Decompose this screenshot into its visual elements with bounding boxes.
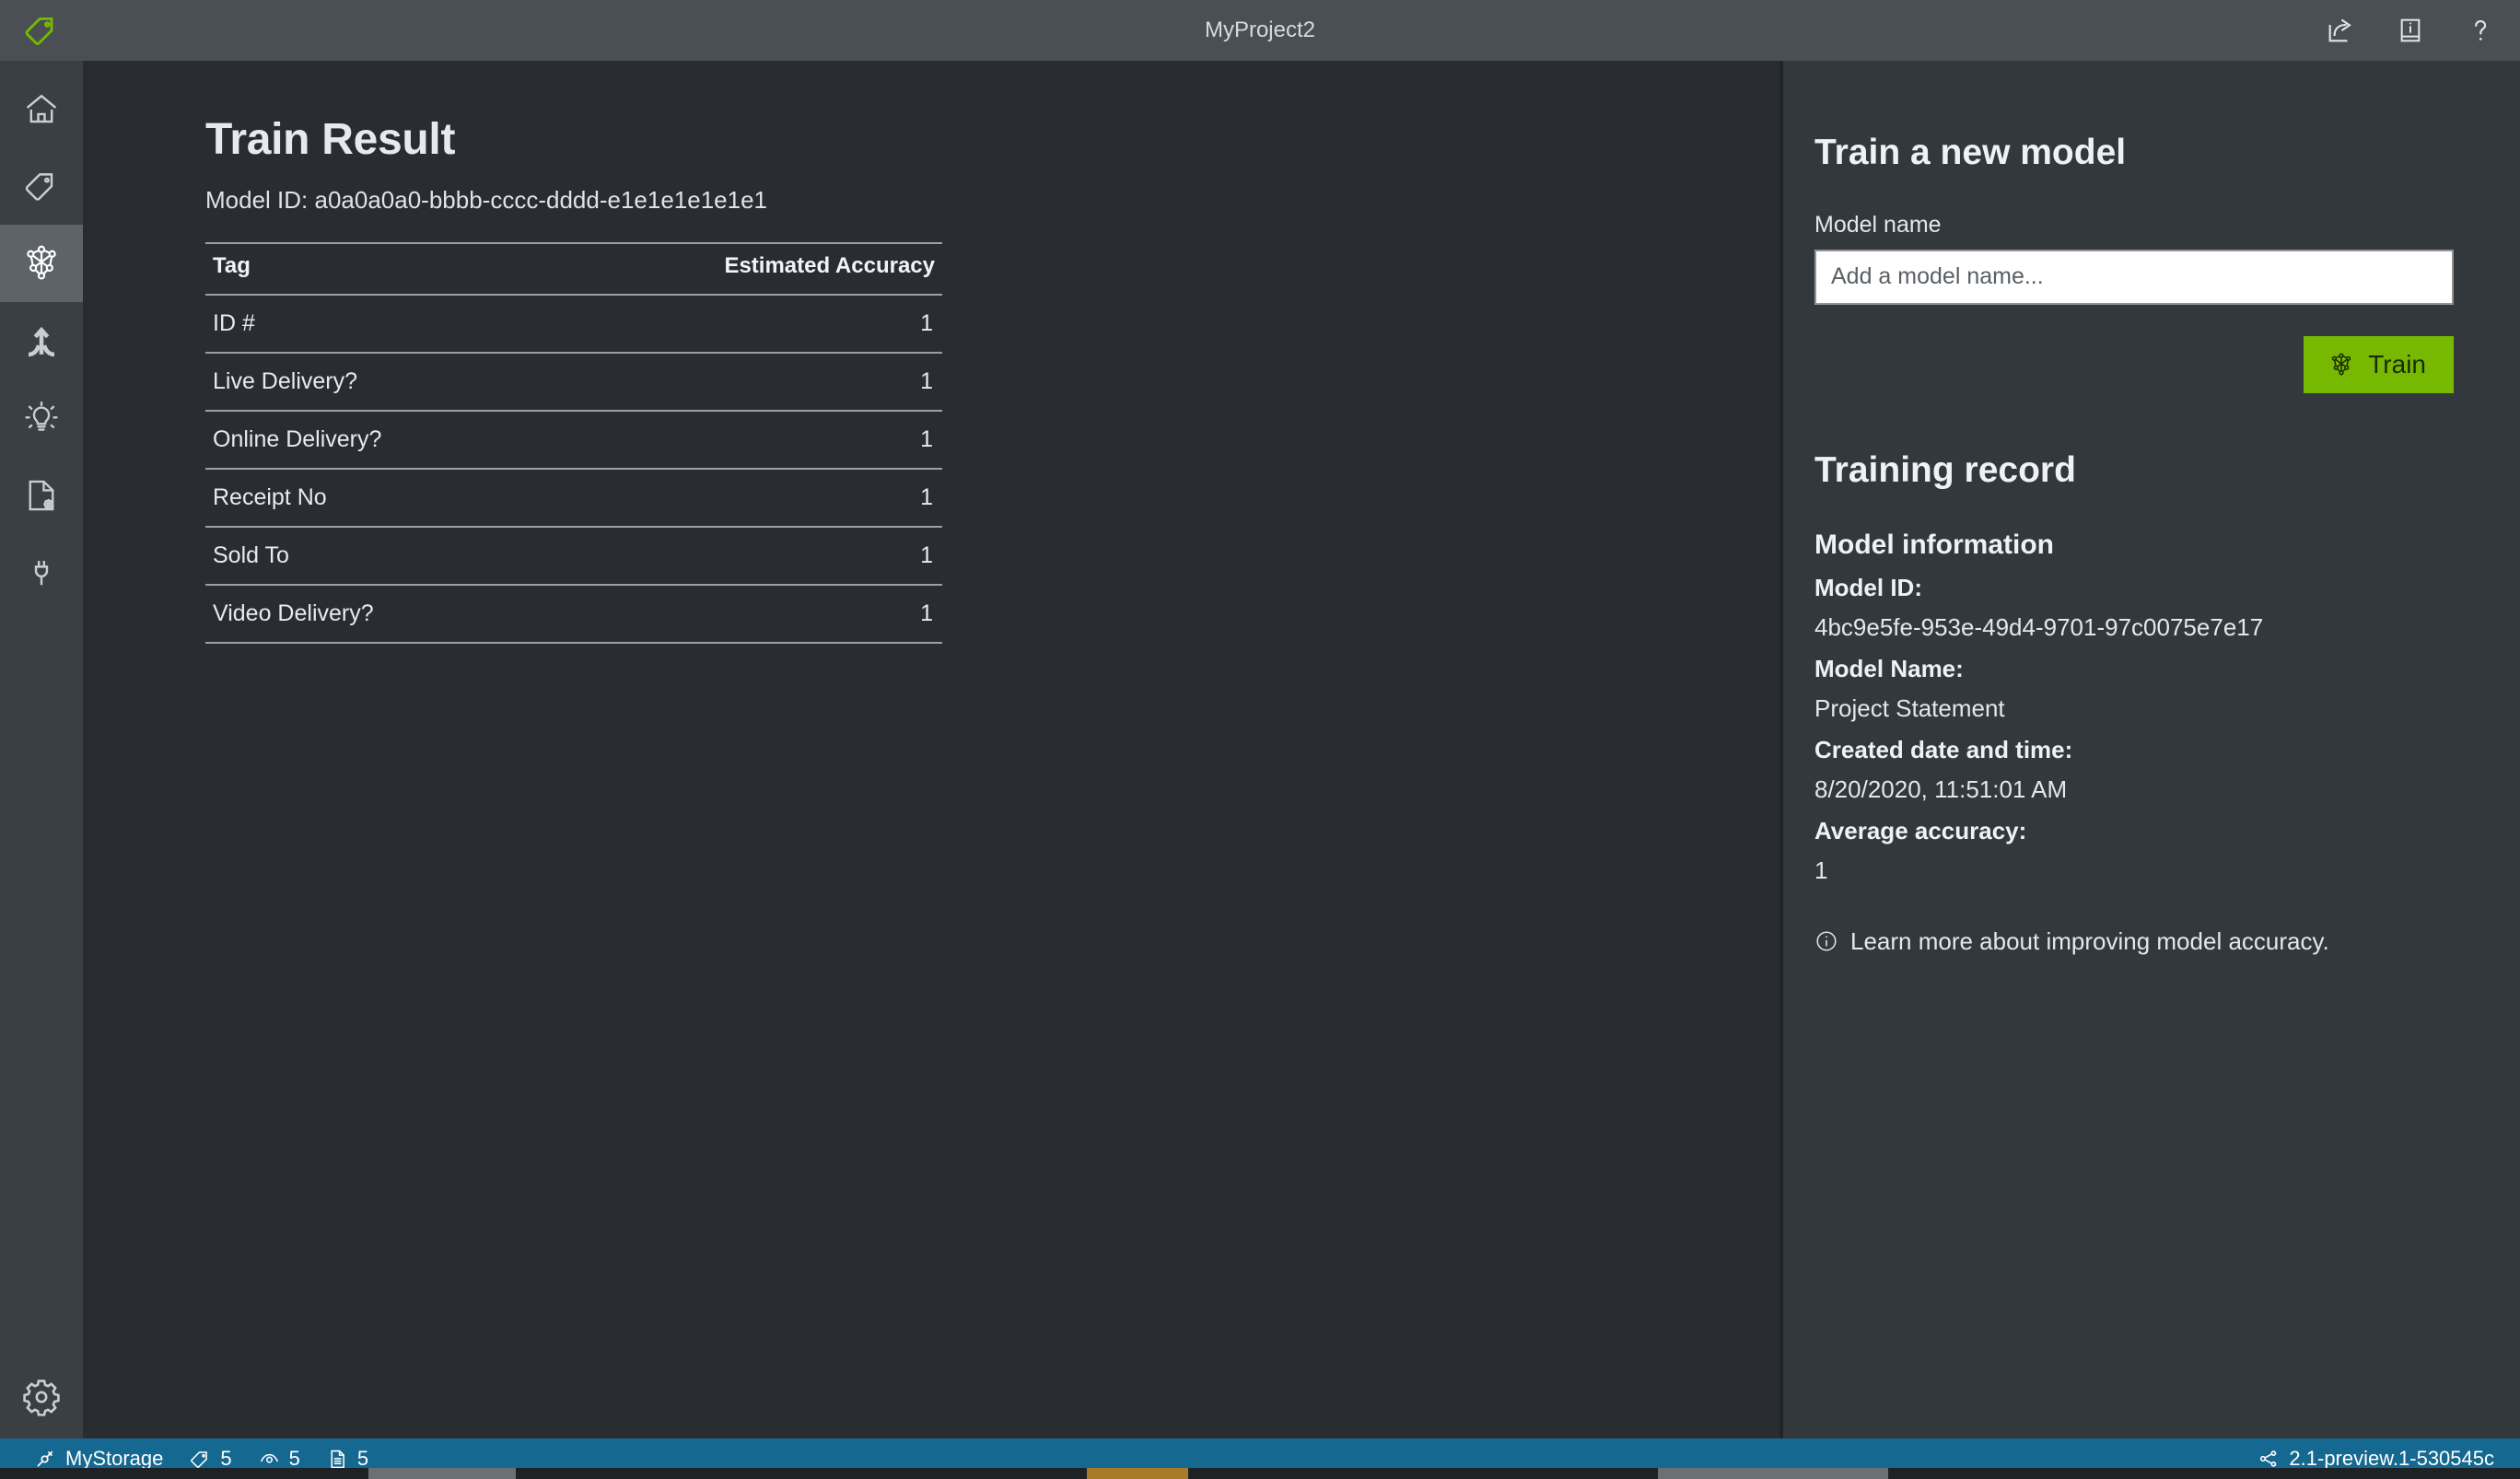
table-row[interactable]: Sold To 1 xyxy=(205,527,942,586)
field-label-model-name: Model Name: xyxy=(1814,654,1964,682)
cell-tag: ID # xyxy=(205,295,530,354)
accuracy-note[interactable]: Learn more about improving model accurac… xyxy=(1814,927,2454,956)
title-bar-actions xyxy=(2323,13,2520,48)
train-new-model-heading: Train a new model xyxy=(1814,133,2127,172)
eye-icon xyxy=(258,1448,281,1471)
sidebar-item-insights[interactable] xyxy=(0,379,83,457)
sidebar-rail xyxy=(0,61,83,1438)
share-icon[interactable] xyxy=(2323,13,2358,48)
bottom-strip-seg-3 xyxy=(1658,1468,1888,1479)
cell-accuracy: 1 xyxy=(529,527,942,586)
field-value-created-date: 8/20/2020, 11:51:01 AM xyxy=(1814,774,2068,803)
app-window: MyProject2 Train Result Model ID: a0a0a0… xyxy=(0,0,2520,1479)
sidebar-item-settings[interactable] xyxy=(0,1356,83,1438)
sidebar-item-documents[interactable] xyxy=(0,457,83,534)
train-button-label: Train xyxy=(2368,349,2426,378)
model-name-label: Model name xyxy=(1814,211,1942,238)
table-header-row: Tag Estimated Accuracy xyxy=(205,242,942,296)
cell-tag: Receipt No xyxy=(205,469,530,528)
cell-accuracy: 1 xyxy=(529,411,942,470)
page-title: Train Result xyxy=(205,115,456,164)
title-bar: MyProject2 xyxy=(0,0,2520,61)
field-label-average-accuracy: Average accuracy: xyxy=(1814,816,2027,844)
table-row[interactable]: Live Delivery? 1 xyxy=(205,353,942,412)
bottom-strip xyxy=(0,1468,2520,1479)
train-result-table: Tag Estimated Accuracy ID # 1 Live Deliv… xyxy=(205,242,942,644)
table-row[interactable]: Receipt No 1 xyxy=(205,469,942,528)
home-icon xyxy=(22,89,61,128)
model-graph-icon xyxy=(2328,351,2355,378)
column-header-estimated-accuracy[interactable]: Estimated Accuracy xyxy=(529,242,942,296)
cell-tag: Live Delivery? xyxy=(205,353,530,412)
table-row[interactable]: ID # 1 xyxy=(205,295,942,354)
help-icon[interactable] xyxy=(2463,13,2498,48)
cell-accuracy: 1 xyxy=(529,585,942,644)
sidebar-item-tags[interactable] xyxy=(0,147,83,225)
app-body: Train Result Model ID: a0a0a0a0-bbbb-ccc… xyxy=(0,61,2520,1438)
field-value-average-accuracy: 1 xyxy=(1814,856,1828,884)
cell-tag: Sold To xyxy=(205,527,530,586)
bottom-strip-seg-2 xyxy=(1087,1468,1188,1479)
tag-logo-icon xyxy=(22,11,61,50)
info-circle-icon xyxy=(1814,929,1838,953)
training-record-heading: Training record xyxy=(1814,449,2076,490)
tag-icon xyxy=(22,167,61,205)
tag-icon xyxy=(189,1448,212,1471)
lightbulb-icon xyxy=(22,399,61,437)
model-graph-icon xyxy=(20,242,63,285)
table-row[interactable]: Online Delivery? 1 xyxy=(205,411,942,470)
bottom-strip-seg-1 xyxy=(368,1468,516,1479)
train-button-row: Train xyxy=(1814,335,2454,393)
field-value-model-id: 4bc9e5fe-953e-49d4-9701-97c0075e7e17 xyxy=(1814,612,2264,641)
content-area: Train Result Model ID: a0a0a0a0-bbbb-ccc… xyxy=(83,61,2520,1438)
cell-tag: Video Delivery? xyxy=(205,585,530,644)
field-label-model-id: Model ID: xyxy=(1814,573,1922,601)
train-button[interactable]: Train xyxy=(2304,335,2454,393)
table-body: ID # 1 Live Delivery? 1 Online Delivery?… xyxy=(205,295,942,644)
app-logo[interactable] xyxy=(0,0,83,61)
cell-tag: Online Delivery? xyxy=(205,411,530,470)
table-row[interactable]: Video Delivery? 1 xyxy=(205,585,942,644)
cell-accuracy: 1 xyxy=(529,353,942,412)
model-information-heading: Model information xyxy=(1814,529,2054,560)
cell-accuracy: 1 xyxy=(529,469,942,528)
info-book-icon[interactable] xyxy=(2393,13,2428,48)
accuracy-note-text: Learn more about improving model accurac… xyxy=(1850,926,2329,955)
table-head: Tag Estimated Accuracy xyxy=(205,242,942,296)
window-title: MyProject2 xyxy=(1204,17,1316,42)
column-header-tag[interactable]: Tag xyxy=(205,242,530,296)
gear-icon xyxy=(20,1376,63,1418)
field-label-created-date: Created date and time: xyxy=(1814,735,2073,763)
cell-accuracy: 1 xyxy=(529,295,942,354)
merge-arrow-icon xyxy=(22,321,61,360)
model-name-input[interactable] xyxy=(1814,249,2454,305)
side-panel: Train a new model Model name Add a model… xyxy=(1783,61,2520,1438)
field-value-model-name: Project Statement xyxy=(1814,693,2005,722)
model-id-line: Model ID: a0a0a0a0-bbbb-cccc-dddd-e1e1e1… xyxy=(205,186,767,214)
sidebar-item-home[interactable] xyxy=(0,70,83,147)
plug-icon xyxy=(22,553,61,592)
document-icon xyxy=(326,1448,349,1471)
sidebar-item-model[interactable] xyxy=(0,225,83,302)
document-gear-icon xyxy=(22,476,61,515)
main-panel: Train Result Model ID: a0a0a0a0-bbbb-ccc… xyxy=(83,61,1779,1438)
sidebar-item-predict[interactable] xyxy=(0,302,83,379)
sidebar-item-connections[interactable] xyxy=(0,534,83,611)
